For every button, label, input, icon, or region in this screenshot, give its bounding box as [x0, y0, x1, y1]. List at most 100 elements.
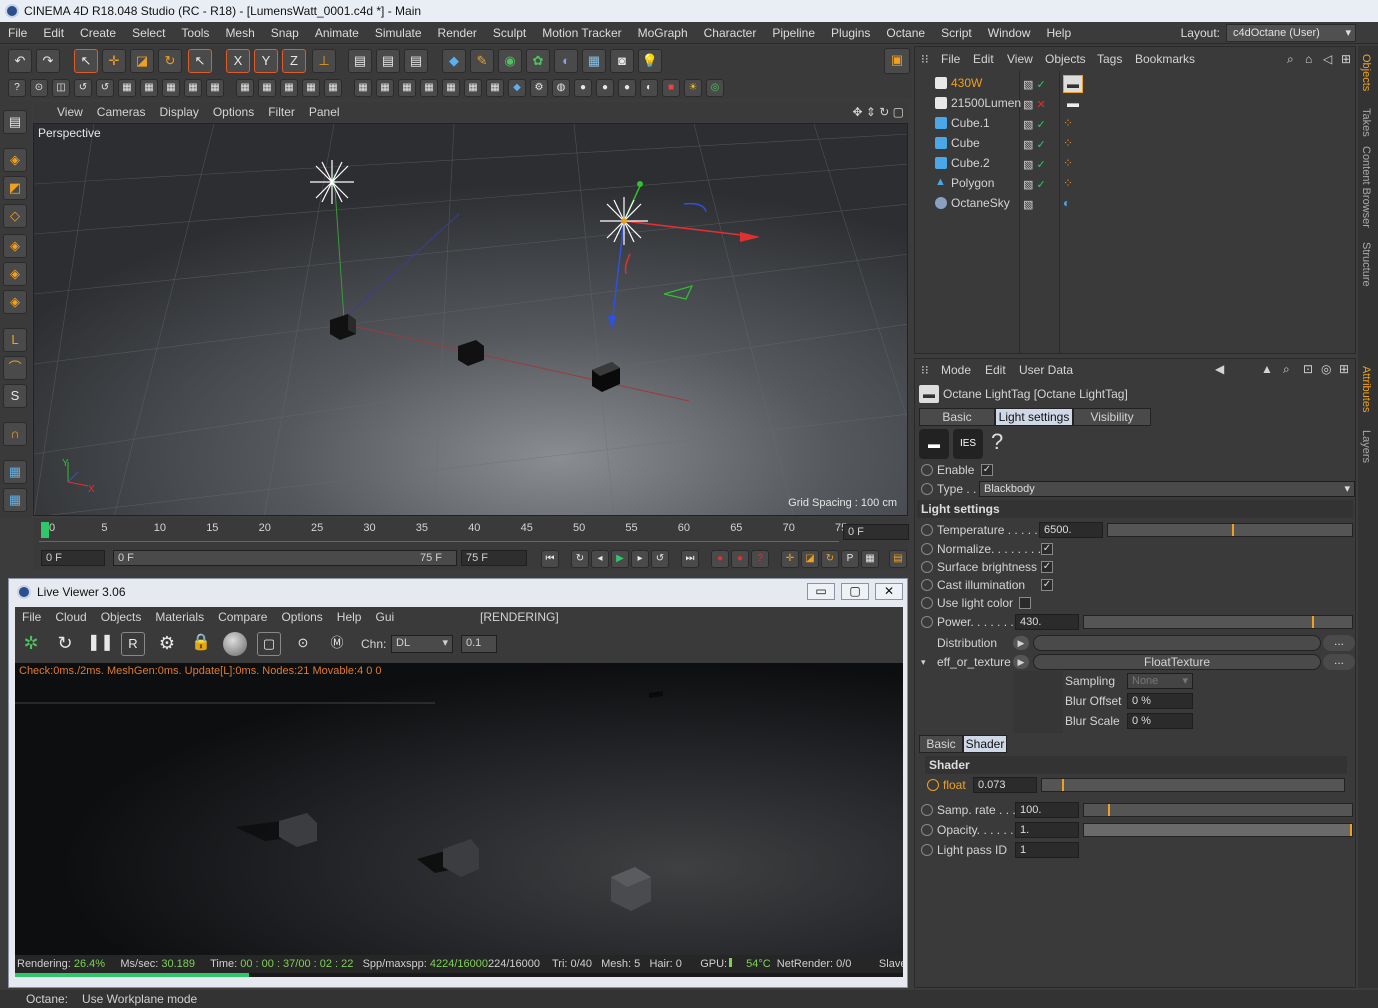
go-to-end-icon[interactable]: ⏭ — [681, 550, 699, 568]
float-field[interactable]: 0.073 — [973, 777, 1037, 793]
octane-material-2-icon[interactable]: ● — [574, 79, 592, 97]
keyframe-radio[interactable] — [927, 779, 939, 791]
lv-menu-cloud[interactable]: Cloud — [48, 607, 93, 627]
current-frame-field[interactable]: 0 F — [843, 524, 909, 540]
menu-mograph[interactable]: MoGraph — [630, 22, 696, 44]
om-menu-objects[interactable]: Objects — [1045, 52, 1086, 66]
key-param-icon[interactable]: P — [841, 550, 859, 568]
live-selection-icon[interactable]: ↖ — [74, 49, 98, 73]
channel-param-field[interactable]: 0.1 — [461, 635, 497, 653]
record-icon[interactable]: ● — [711, 550, 729, 568]
side-tab-content-browser[interactable]: Content Browser — [1360, 146, 1372, 228]
octane-live-viewer-icon[interactable]: ◆ — [508, 79, 526, 97]
samp-rate-slider[interactable] — [1083, 803, 1353, 817]
om-menu-bookmarks[interactable]: Bookmarks — [1135, 52, 1195, 66]
tab-light-settings[interactable]: Light settings — [995, 408, 1073, 426]
menu-tools[interactable]: Tools — [173, 22, 217, 44]
keyframe-selection-icon[interactable]: ? — [751, 550, 769, 568]
points-mode-icon[interactable]: ◈ — [3, 234, 27, 258]
grid-tool-6-icon[interactable]: ▦ — [236, 79, 254, 97]
end-frame-field[interactable]: 75 F — [461, 550, 527, 566]
render-view-icon[interactable]: ▤ — [348, 49, 372, 73]
camera-icon[interactable]: ◙ — [610, 49, 634, 73]
keyframe-radio[interactable] — [921, 524, 933, 536]
ies-preset-icon[interactable]: IES — [953, 429, 983, 459]
grid-tool-3-icon[interactable]: ▦ — [162, 79, 180, 97]
side-tab-layers[interactable]: Layers — [1360, 430, 1372, 463]
normalize-checkbox[interactable]: ✓ — [1041, 543, 1053, 555]
object-row[interactable]: 21500Lumen — [919, 93, 1355, 113]
floor-icon[interactable]: ▦ — [582, 49, 606, 73]
play-icon[interactable]: ▶ — [611, 550, 629, 568]
loop-icon[interactable]: ↻ — [571, 550, 589, 568]
undo-icon[interactable]: ↶ — [8, 49, 32, 73]
grid-tool-14-icon[interactable]: ▦ — [420, 79, 438, 97]
pause-icon[interactable]: ❚❚ — [87, 632, 114, 656]
am-menu-userdata[interactable]: User Data — [1019, 363, 1073, 377]
viewport-menu-display[interactable]: Display — [159, 105, 198, 119]
type-select[interactable]: Blackbody ▾ — [979, 481, 1355, 497]
grid-tool-2-icon[interactable]: ▦ — [140, 79, 158, 97]
light-pass-id-field[interactable]: 1 — [1015, 842, 1079, 858]
object-row[interactable]: Cube.1 — [919, 113, 1355, 133]
lv-menu-file[interactable]: File — [15, 607, 48, 627]
object-row[interactable]: ▲ Polygon — [919, 173, 1355, 193]
cast-illumination-checkbox[interactable]: ✓ — [1041, 579, 1053, 591]
menu-mesh[interactable]: Mesh — [217, 22, 262, 44]
tweak-mode-icon[interactable]: ⌒ — [3, 356, 27, 380]
collapse-arrow-icon[interactable]: ▾ — [921, 653, 926, 671]
go-to-start-icon[interactable]: ⏮ — [541, 550, 559, 568]
clay-mode-icon[interactable]: ▢ — [257, 632, 281, 656]
menu-snap[interactable]: Snap — [263, 22, 307, 44]
am-menu-edit[interactable]: Edit — [985, 363, 1006, 377]
keyframe-radio[interactable] — [921, 543, 933, 555]
object-row[interactable]: Cube.2 — [919, 153, 1355, 173]
back-arrow-icon[interactable]: ◀ — [1215, 362, 1224, 376]
timeline-menu-icon[interactable]: ▤ — [889, 550, 907, 568]
tab-basic[interactable]: Basic — [919, 408, 995, 426]
subtab-basic[interactable]: Basic — [919, 735, 963, 753]
grid-tool-13-icon[interactable]: ▦ — [398, 79, 416, 97]
om-menu-tags[interactable]: Tags — [1097, 52, 1122, 66]
help-icon[interactable]: ? — [991, 429, 1003, 455]
up-arrow-icon[interactable]: ▲ — [1261, 362, 1273, 376]
lock-icon[interactable]: ⊡ — [1303, 362, 1313, 376]
tool-small-3-icon[interactable]: ◫ — [52, 79, 70, 97]
timeline-playhead[interactable] — [41, 522, 49, 538]
target-icon[interactable]: ◎ — [1321, 362, 1331, 376]
tool-small-2-icon[interactable]: ⊙ — [30, 79, 48, 97]
lv-menu-help[interactable]: Help — [330, 607, 369, 627]
viewport-menu-filter[interactable]: Filter — [268, 105, 295, 119]
new-panel-icon[interactable]: ⊞ — [1339, 362, 1349, 376]
redo-icon[interactable]: ↷ — [36, 49, 60, 73]
step-back-icon[interactable]: ◂ — [591, 550, 609, 568]
viewport-menu-view[interactable]: View — [57, 105, 83, 119]
lv-menu-objects[interactable]: Objects — [94, 607, 149, 627]
home-icon[interactable]: ⌂ — [1305, 52, 1312, 66]
om-menu-view[interactable]: View — [1007, 52, 1033, 66]
temperature-slider[interactable] — [1107, 523, 1353, 537]
om-menu-edit[interactable]: Edit — [973, 52, 994, 66]
viewport-nav-icon[interactable]: ✥ ⇕ ↻ ▢ — [852, 102, 904, 122]
back-icon[interactable]: ◁ — [1323, 52, 1332, 66]
render-settings-icon[interactable]: ▤ — [404, 49, 428, 73]
object-row[interactable]: Cube — [919, 133, 1355, 153]
key-pla-icon[interactable]: ▦ — [861, 550, 879, 568]
menu-create[interactable]: Create — [72, 22, 124, 44]
material-ball-icon[interactable] — [223, 632, 247, 656]
octane-settings-icon[interactable]: ⚙ — [530, 79, 548, 97]
start-frame-field[interactable]: 0 F — [41, 550, 105, 566]
tab-visibility[interactable]: Visibility — [1073, 408, 1151, 426]
key-position-icon[interactable]: ✛ — [781, 550, 799, 568]
grid-tool-8-icon[interactable]: ▦ — [280, 79, 298, 97]
blur-scale-field[interactable]: 0 % — [1127, 713, 1193, 729]
restart-render-icon[interactable]: ↻ — [53, 632, 77, 656]
enable-checkbox[interactable]: ✓ — [981, 464, 993, 476]
minimize-button[interactable]: ▭ — [807, 583, 835, 600]
grid-tool-4-icon[interactable]: ▦ — [184, 79, 202, 97]
use-light-color-checkbox[interactable] — [1019, 597, 1031, 609]
edges-mode-icon[interactable]: ◈ — [3, 262, 27, 286]
loop-forward-icon[interactable]: ↺ — [651, 550, 669, 568]
menu-octane[interactable]: Octane — [878, 22, 933, 44]
lock-icon[interactable]: 🔒 — [189, 632, 213, 656]
